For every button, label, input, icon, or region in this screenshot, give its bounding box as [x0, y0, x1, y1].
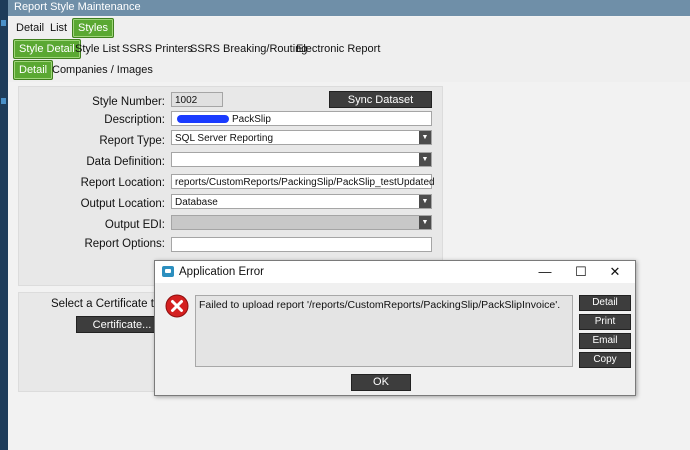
tab-electronic-report[interactable]: Electronic Report: [291, 40, 385, 58]
description-text: PackSlip: [232, 114, 271, 125]
output-edi-label: Output EDI:: [104, 219, 165, 231]
minimize-icon[interactable]: —: [537, 264, 553, 280]
sub-tab-row: Style Detail Style List SSRS Printers SS…: [8, 38, 690, 60]
style-number-label: Style Number:: [92, 96, 165, 108]
report-options-label: Report Options:: [84, 238, 165, 250]
output-location-label: Output Location:: [80, 198, 165, 210]
report-type-select[interactable]: SQL Server Reporting ▼: [171, 130, 432, 145]
chevron-down-icon[interactable]: ▼: [419, 153, 431, 166]
style-number-field: 1002: [171, 92, 223, 107]
print-button[interactable]: Print: [579, 314, 631, 330]
ok-button[interactable]: OK: [351, 374, 411, 391]
window-title: Report Style Maintenance: [14, 1, 141, 13]
error-message: Failed to upload report '/reports/Custom…: [199, 299, 561, 311]
data-definition-select[interactable]: ▼: [171, 152, 432, 167]
chevron-down-icon: ▼: [419, 216, 431, 229]
strip-marker: [1, 20, 6, 26]
output-edi-select: ▼: [171, 215, 432, 230]
chevron-down-icon[interactable]: ▼: [419, 195, 431, 208]
data-definition-label: Data Definition:: [86, 156, 165, 168]
error-icon: [165, 294, 189, 318]
tab-styles[interactable]: Styles: [72, 18, 114, 38]
sync-dataset-button[interactable]: Sync Dataset: [329, 91, 432, 108]
tab-list[interactable]: List: [45, 19, 72, 37]
window-title-bar: Report Style Maintenance: [8, 0, 690, 16]
redacted-mark: [177, 115, 229, 124]
detail-button[interactable]: Detail: [579, 295, 631, 311]
report-type-label: Report Type:: [99, 135, 165, 147]
description-label: Description:: [104, 114, 165, 126]
report-location-label: Report Location:: [80, 177, 165, 189]
application-error-dialog: Application Error — ☐ ✕ Failed to upload…: [154, 260, 636, 396]
dialog-title: Application Error: [179, 266, 265, 278]
app-icon: [162, 266, 174, 277]
copy-button[interactable]: Copy: [579, 352, 631, 368]
close-icon[interactable]: ✕: [607, 264, 623, 280]
output-location-select[interactable]: Database ▼: [171, 194, 432, 209]
dialog-title-bar: Application Error — ☐ ✕: [155, 261, 635, 283]
report-type-value: SQL Server Reporting: [175, 133, 274, 144]
top-tab-row: Detail List Styles: [8, 17, 690, 39]
detail-tab-row: Detail Companies / Images: [8, 60, 690, 82]
report-location-field[interactable]: reports/CustomReports/PackingSlip/PackSl…: [171, 174, 435, 189]
chevron-down-icon[interactable]: ▼: [419, 131, 431, 144]
report-options-field[interactable]: [171, 237, 432, 252]
output-location-value: Database: [175, 197, 218, 208]
description-field[interactable]: PackSlip: [171, 111, 432, 126]
tab-companies-images[interactable]: Companies / Images: [47, 61, 158, 79]
error-message-box: Failed to upload report '/reports/Custom…: [195, 295, 573, 367]
maximize-icon[interactable]: ☐: [573, 264, 589, 280]
tab-detail[interactable]: Detail: [11, 19, 49, 37]
email-button[interactable]: Email: [579, 333, 631, 349]
